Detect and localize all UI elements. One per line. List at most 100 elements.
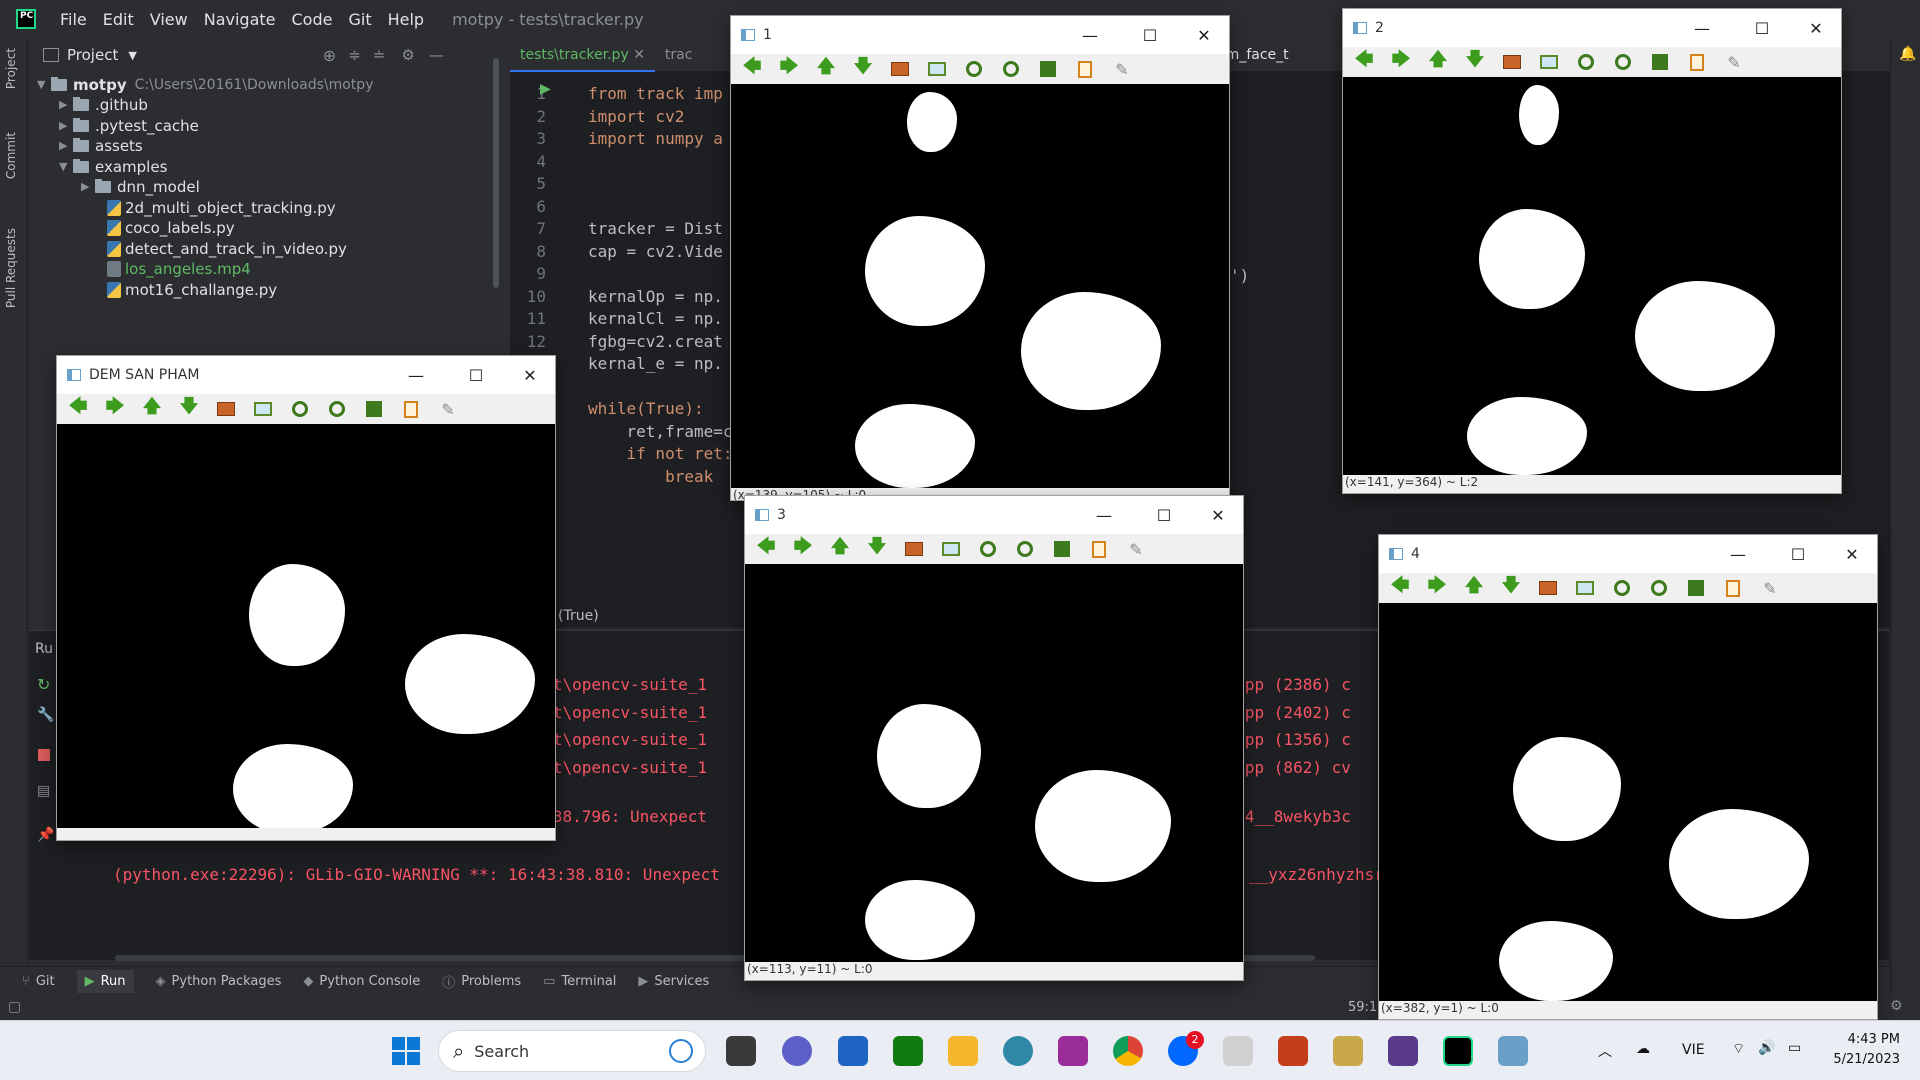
pan-left-icon[interactable]: 🡄 (753, 536, 779, 561)
minimize-panel-icon[interactable]: — (429, 46, 444, 64)
maximize-icon[interactable]: ☐ (1141, 496, 1187, 534)
store-icon[interactable] (838, 1036, 868, 1066)
maximize-icon[interactable]: ☐ (453, 356, 499, 394)
zoom-original-icon[interactable] (901, 537, 927, 561)
pan-right-icon[interactable]: 🡆 (1424, 575, 1450, 600)
stop-icon[interactable] (38, 749, 50, 761)
opencv-window[interactable]: 1 — ☐ ✕ 🡄 🡆 🡅 🡇 ✎ (x=139, y=105) ~ L:0 (730, 15, 1230, 501)
image-canvas[interactable] (745, 564, 1243, 962)
collapse-all-icon[interactable]: ≐ (373, 46, 386, 64)
save-icon[interactable] (1049, 537, 1075, 561)
zoom-fit-icon[interactable] (250, 397, 276, 421)
powerpoint-icon[interactable] (1278, 1036, 1308, 1066)
tool-tab-commit[interactable]: Commit (4, 132, 18, 179)
menu-view[interactable]: View (142, 10, 196, 29)
pan-up-icon[interactable]: 🡅 (1425, 49, 1451, 74)
line-number[interactable]: 3 (510, 129, 550, 148)
line-number[interactable]: 6 (510, 197, 550, 216)
battery-icon[interactable]: ▭ (1788, 1040, 1801, 1056)
zoom-fit-icon[interactable] (1536, 50, 1562, 74)
project-header[interactable]: Project ▼ ⊕ ≑ ≐ ⚙ — (29, 38, 509, 72)
language-indicator[interactable]: VIE (1682, 1042, 1705, 1058)
menu-edit[interactable]: Edit (95, 10, 142, 29)
close-icon[interactable]: ✕ (633, 47, 645, 63)
taskbar-search[interactable]: ⌕ Search (438, 1030, 706, 1072)
pan-up-icon[interactable]: 🡅 (827, 536, 853, 561)
pan-up-icon[interactable]: 🡅 (139, 396, 165, 421)
maximize-icon[interactable]: ☐ (1127, 16, 1173, 54)
window-titlebar[interactable]: 4 — ☐ ✕ (1379, 535, 1877, 573)
menu-navigate[interactable]: Navigate (196, 10, 284, 29)
line-number[interactable]: 2 (510, 107, 550, 126)
bottom-tab-services[interactable]: ▶ Services (638, 974, 709, 989)
line-number[interactable]: 11 (510, 309, 550, 328)
bottom-tab-git[interactable]: ⑂ Git (22, 974, 55, 989)
pan-up-icon[interactable]: 🡅 (1461, 575, 1487, 600)
line-number[interactable]: 8 (510, 242, 550, 261)
line-number[interactable]: 12 (510, 332, 550, 351)
wifi-icon[interactable]: ⌔ (1732, 1040, 1745, 1058)
zoom-out-icon[interactable] (1610, 50, 1636, 74)
menu-file[interactable]: File (52, 10, 95, 29)
save-icon[interactable] (361, 397, 387, 421)
menu-help[interactable]: Help (380, 10, 432, 29)
copy-icon[interactable] (1072, 57, 1098, 81)
pan-right-icon[interactable]: 🡆 (790, 536, 816, 561)
opencv-window[interactable]: 3 — ☐ ✕ 🡄 🡆 🡅 🡇 ✎ (x=113, y=11) ~ L:0 (744, 495, 1244, 981)
zoom-original-icon[interactable] (213, 397, 239, 421)
bottom-tab-problems[interactable]: ⓘ Problems (442, 972, 521, 991)
copy-icon[interactable] (1720, 576, 1746, 600)
zoom-in-icon[interactable] (961, 57, 987, 81)
zoom-in-icon[interactable] (287, 397, 313, 421)
zoom-out-icon[interactable] (324, 397, 350, 421)
clock-time[interactable]: 4:43 PM (1836, 1032, 1900, 1047)
pan-right-icon[interactable]: 🡆 (1388, 49, 1414, 74)
close-icon[interactable]: ✕ (1793, 9, 1839, 47)
save-icon[interactable] (1035, 57, 1061, 81)
pan-left-icon[interactable]: 🡄 (1351, 49, 1377, 74)
line-number[interactable]: 7 (510, 219, 550, 238)
minimize-icon[interactable]: — (393, 356, 439, 394)
copy-icon[interactable] (1086, 537, 1112, 561)
project-scrollbar[interactable] (493, 58, 499, 288)
pan-left-icon[interactable]: 🡄 (1387, 575, 1413, 600)
bell-icon[interactable]: 🔔 (1899, 46, 1916, 62)
maximize-icon[interactable]: ☐ (1739, 9, 1785, 47)
app-icon[interactable] (1333, 1036, 1363, 1066)
zoom-fit-icon[interactable] (924, 57, 950, 81)
copy-icon[interactable] (398, 397, 424, 421)
gear-icon[interactable]: ⚙ (1890, 998, 1903, 1014)
properties-icon[interactable]: ✎ (1757, 576, 1783, 600)
pan-left-icon[interactable]: 🡄 (739, 56, 765, 81)
zoom-out-icon[interactable] (1646, 576, 1672, 600)
close-icon[interactable]: ✕ (1195, 496, 1241, 534)
properties-icon[interactable]: ✎ (1109, 57, 1135, 81)
tool-tab-pull-requests[interactable]: Pull Requests (4, 228, 18, 308)
line-number[interactable]: 10 (510, 287, 550, 306)
window-titlebar[interactable]: 3 — ☐ ✕ (745, 496, 1243, 534)
tab-second[interactable]: trac (655, 47, 703, 63)
image-canvas[interactable] (57, 424, 555, 828)
properties-icon[interactable]: ✎ (435, 397, 461, 421)
zoom-in-icon[interactable] (975, 537, 1001, 561)
line-number[interactable]: 4 (510, 152, 550, 171)
layout-icon[interactable]: ▤ (37, 783, 50, 799)
close-icon[interactable]: ✕ (1181, 16, 1227, 54)
zoom-in-icon[interactable] (1573, 50, 1599, 74)
zoom-out-icon[interactable] (1012, 537, 1038, 561)
minimize-icon[interactable]: — (1081, 496, 1127, 534)
pin-icon[interactable]: 📌 (37, 827, 54, 843)
pan-left-icon[interactable]: 🡄 (65, 396, 91, 421)
chevron-down-icon[interactable]: ▼ (128, 49, 136, 62)
windows-icon[interactable] (392, 1037, 420, 1065)
teams-icon[interactable] (782, 1036, 812, 1066)
rerun-icon[interactable]: ↻ (37, 675, 50, 694)
locate-icon[interactable]: ⊕ (323, 46, 336, 65)
volume-icon[interactable]: 🔊 (1758, 1040, 1775, 1056)
wrench-icon[interactable]: 🔧 (37, 707, 54, 723)
pan-down-icon[interactable]: 🡇 (850, 56, 876, 81)
pan-down-icon[interactable]: 🡇 (176, 396, 202, 421)
minimize-icon[interactable]: — (1715, 535, 1761, 573)
window-titlebar[interactable]: 2 — ☐ ✕ (1343, 9, 1841, 47)
tab-tracker[interactable]: tests\tracker.py ✕ (510, 38, 655, 72)
